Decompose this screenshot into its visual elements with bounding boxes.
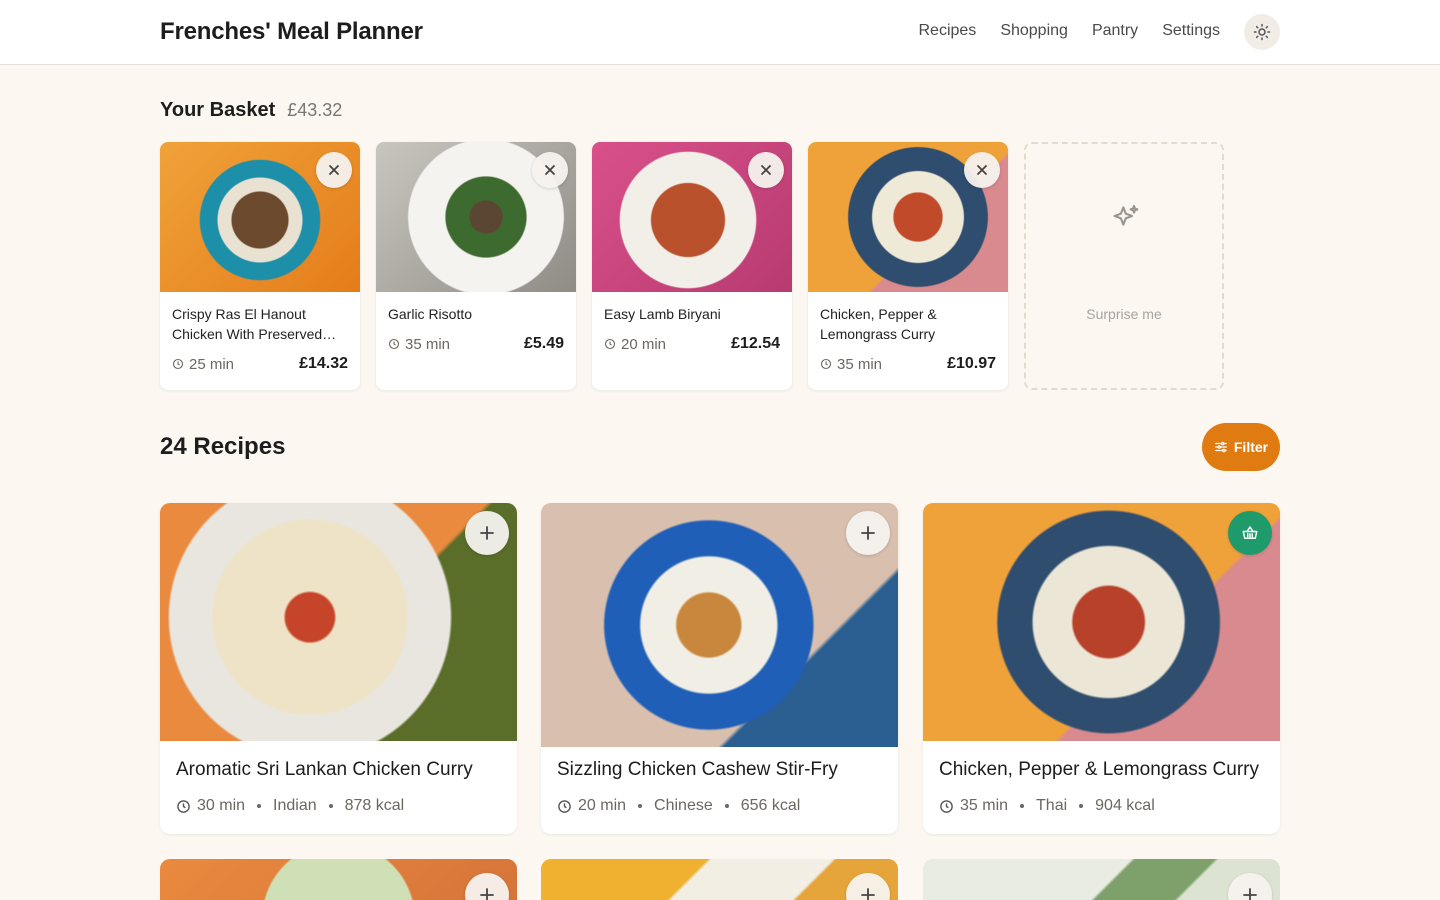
add-to-basket-button[interactable] <box>465 873 509 900</box>
basket-icon <box>1242 526 1258 539</box>
recipe-card[interactable]: Chicken, Pepper & Lemongrass Curry 35 mi… <box>923 503 1280 834</box>
basket-item[interactable]: Crispy Ras El Hanout Chicken With Preser… <box>160 142 360 390</box>
add-to-basket-button[interactable] <box>846 511 890 555</box>
recipe-calories: 878 kcal <box>344 797 405 814</box>
recipe-name: Chicken, Pepper & Lemongrass Curry <box>939 759 1259 780</box>
clock-icon <box>604 338 616 350</box>
clock-icon <box>820 358 832 370</box>
separator-dot <box>724 804 729 808</box>
close-icon <box>545 165 555 175</box>
separator-dot <box>1020 804 1025 808</box>
recipe-time: 30 min <box>176 797 245 815</box>
basket-item[interactable]: Chicken, Pepper & Lemongrass Curry 35 mi… <box>808 142 1008 390</box>
in-basket-button[interactable] <box>1228 511 1272 555</box>
recipe-name: Aromatic Sri Lankan Chicken Curry <box>176 759 473 780</box>
basket-item-meta: 35 min £5.49 <box>388 335 564 353</box>
recipe-image <box>160 503 517 741</box>
remove-from-basket-button[interactable] <box>964 152 1000 188</box>
plus-icon <box>1243 888 1257 900</box>
clock-icon <box>388 338 400 350</box>
recipe-time: 20 min <box>557 797 626 815</box>
recipe-card[interactable]: Sizzling Chicken Cashew Stir-Fry 20 min … <box>541 503 898 834</box>
nav-shopping[interactable]: Shopping <box>1000 22 1068 40</box>
nav-pantry[interactable]: Pantry <box>1092 22 1138 40</box>
recipe-image <box>923 503 1280 741</box>
basket-item-meta: 35 min £10.97 <box>820 355 996 373</box>
basket-item-time: 35 min <box>820 356 882 373</box>
basket-item-time: 35 min <box>388 336 450 353</box>
surprise-me-button[interactable]: Surprise me <box>1024 142 1224 390</box>
close-icon <box>977 165 987 175</box>
close-icon <box>329 165 339 175</box>
basket-item-meta: 20 min £12.54 <box>604 335 780 353</box>
basket-item-price: £5.49 <box>523 335 564 352</box>
add-to-basket-button[interactable] <box>846 873 890 900</box>
basket-title: Your Basket <box>160 99 276 121</box>
main-nav: Recipes Shopping Pantry Settings <box>919 22 1221 40</box>
sparkles-icon <box>1113 204 1139 226</box>
clock-icon <box>558 799 571 813</box>
recipe-calories: 904 kcal <box>1095 797 1155 814</box>
recipes-count-heading: 24 Recipes <box>160 433 286 460</box>
sun-icon <box>1253 23 1271 41</box>
plus-icon <box>861 526 875 540</box>
recipe-calories: 656 kcal <box>740 797 801 814</box>
plus-icon <box>861 888 875 900</box>
remove-from-basket-button[interactable] <box>532 152 568 188</box>
clock-icon <box>172 358 184 370</box>
recipe-time: 35 min <box>939 797 1008 815</box>
add-to-basket-button[interactable] <box>465 511 509 555</box>
separator-dot <box>328 804 333 808</box>
basket-item-time: 25 min <box>172 356 234 373</box>
recipe-meta: 20 min Chinese 656 kcal <box>557 797 800 815</box>
filter-button[interactable]: Filter <box>1202 423 1280 471</box>
recipe-card[interactable] <box>923 859 1280 900</box>
recipe-cuisine: Indian <box>273 797 317 814</box>
recipe-meta: 35 min Thai 904 kcal <box>939 797 1155 815</box>
recipe-cuisine: Chinese <box>654 797 713 814</box>
basket-item-price: £14.32 <box>299 355 348 372</box>
recipe-cuisine: Thai <box>1036 797 1068 814</box>
basket-item-price: £10.97 <box>947 355 996 372</box>
recipe-image <box>541 503 898 747</box>
sliders-icon <box>1214 441 1227 453</box>
basket-header: Your Basket £43.32 <box>160 99 342 122</box>
basket-item-name: Crispy Ras El Hanout Chicken With Preser… <box>172 306 323 342</box>
separator-dot <box>1079 804 1084 808</box>
recipe-card[interactable] <box>160 859 517 900</box>
app-title: Frenches' Meal Planner <box>160 18 423 45</box>
plus-icon <box>480 526 494 540</box>
basket-total: £43.32 <box>287 100 343 120</box>
close-icon <box>761 165 771 175</box>
recipe-card[interactable]: Aromatic Sri Lankan Chicken Curry 30 min… <box>160 503 517 834</box>
add-to-basket-button[interactable] <box>1228 873 1272 900</box>
remove-from-basket-button[interactable] <box>316 152 352 188</box>
basket-item[interactable]: Garlic Risotto 35 min £5.49 <box>376 142 576 390</box>
clock-icon <box>177 799 190 813</box>
basket-item-price: £12.54 <box>731 335 780 352</box>
basket-item-name: Chicken, Pepper & Lemongrass Curry <box>820 306 937 342</box>
basket-item-time: 20 min <box>604 336 666 353</box>
recipe-card[interactable] <box>541 859 898 900</box>
surprise-me-label: Surprise me <box>1086 306 1162 322</box>
top-header: Frenches' Meal Planner Recipes Shopping … <box>0 0 1440 65</box>
basket-item[interactable]: Easy Lamb Biryani 20 min £12.54 <box>592 142 792 390</box>
recipe-meta: 30 min Indian 878 kcal <box>176 797 404 815</box>
remove-from-basket-button[interactable] <box>748 152 784 188</box>
separator-dot <box>638 804 643 808</box>
separator-dot <box>257 804 262 808</box>
basket-item-name: Garlic Risotto <box>388 306 473 322</box>
clock-icon <box>940 799 953 813</box>
theme-toggle-button[interactable] <box>1244 14 1280 50</box>
basket-item-meta: 25 min £14.32 <box>172 355 348 373</box>
nav-settings[interactable]: Settings <box>1162 22 1220 40</box>
basket-item-name: Easy Lamb Biryani <box>604 306 721 322</box>
plus-icon <box>480 888 494 900</box>
recipe-name: Sizzling Chicken Cashew Stir-Fry <box>557 759 838 780</box>
nav-recipes[interactable]: Recipes <box>919 22 977 40</box>
